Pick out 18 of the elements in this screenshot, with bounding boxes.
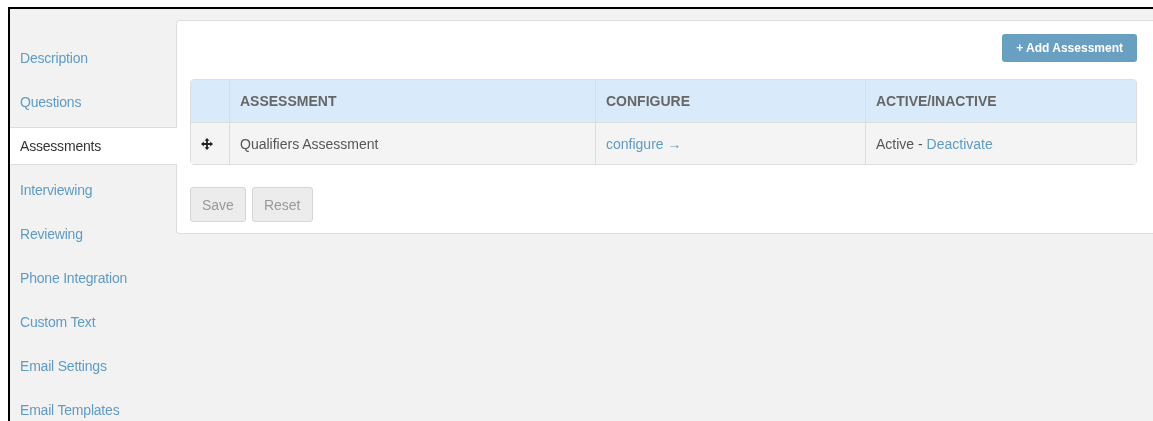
- sidebar-item[interactable]: Description: [10, 36, 176, 80]
- sidebar-item[interactable]: Phone Integration: [10, 256, 176, 300]
- column-header: ACTIVE/INACTIVE: [865, 80, 1136, 122]
- sidebar-item[interactable]: Interviewing: [10, 168, 176, 212]
- table-cell: Qualifiers Assessment: [229, 122, 595, 164]
- sidebar-item[interactable]: Questions: [10, 80, 176, 124]
- sidebar-item[interactable]: Email Templates: [10, 388, 176, 421]
- configure-link[interactable]: configure →: [606, 135, 682, 152]
- sidebar-item[interactable]: Assessments: [10, 127, 177, 165]
- sidebar-item[interactable]: Reviewing: [10, 212, 176, 256]
- add-assessment-button[interactable]: + Add Assessment: [1002, 34, 1137, 62]
- status-text: Active -: [876, 135, 924, 152]
- column-header: CONFIGURE: [595, 80, 865, 122]
- move-handle-icon[interactable]: [201, 137, 213, 150]
- sidebar-item[interactable]: Email Settings: [10, 344, 176, 388]
- deactivate-link[interactable]: Deactivate: [926, 135, 993, 152]
- sidebar-item[interactable]: Custom Text: [10, 300, 176, 344]
- column-header: ASSESSMENT: [229, 80, 595, 122]
